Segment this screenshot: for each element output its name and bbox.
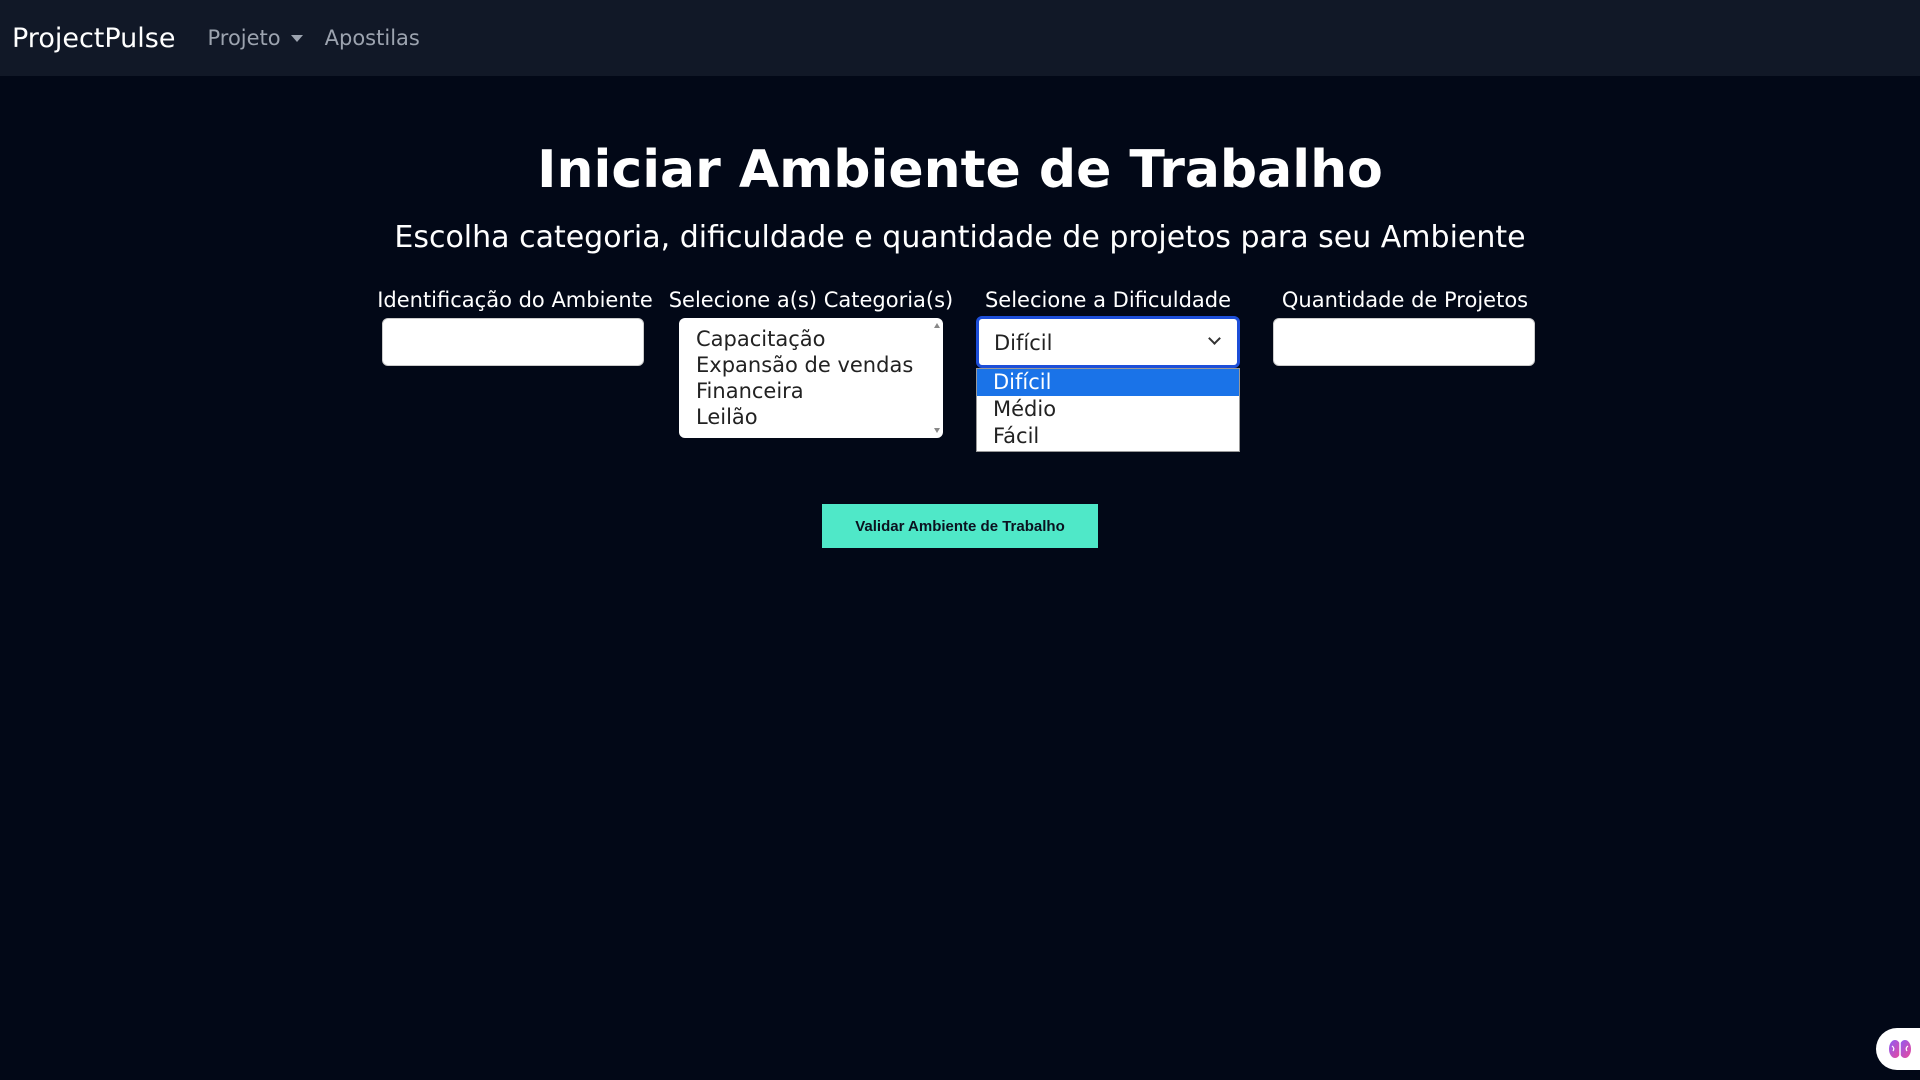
project-count-label: Quantidade de Projetos	[1281, 288, 1529, 312]
environment-id-label: Identificação do Ambiente	[377, 288, 653, 312]
scroll-up-arrow-icon[interactable]	[934, 323, 940, 328]
category-option[interactable]: Expansão de vendas	[696, 352, 913, 378]
difficulty-option[interactable]: Fácil	[977, 423, 1239, 450]
category-option[interactable]: Leilão	[696, 404, 758, 430]
nav-apostilas-link[interactable]: Apostilas	[325, 26, 420, 50]
page-subtitle: Escolha categoria, dificuldade e quantid…	[394, 220, 1526, 255]
project-count-input[interactable]	[1273, 318, 1535, 366]
nav-projeto-dropdown[interactable]: Projeto	[207, 26, 303, 50]
difficulty-option[interactable]: Difícil	[977, 369, 1239, 396]
difficulty-dropdown-list: Difícil Médio Fácil	[976, 368, 1240, 452]
category-option[interactable]: Capacitação	[696, 326, 825, 352]
difficulty-label: Selecione a Dificuldade	[984, 288, 1232, 312]
chevron-down-icon	[1208, 332, 1221, 345]
page-title: Iniciar Ambiente de Trabalho	[537, 140, 1383, 200]
categories-listbox[interactable]: Capacitação Expansão de vendas Financeir…	[679, 318, 943, 438]
top-navbar: ProjectPulse Projeto Apostilas	[0, 0, 1920, 76]
validate-environment-button[interactable]: Validar Ambiente de Trabalho	[822, 504, 1098, 548]
caret-down-icon	[290, 34, 303, 42]
difficulty-select[interactable]: Difícil	[976, 316, 1240, 368]
difficulty-option[interactable]: Médio	[977, 396, 1239, 423]
categories-label: Selecione a(s) Categoria(s)	[668, 288, 954, 312]
assistant-fab-button[interactable]	[1876, 1028, 1920, 1070]
brain-icon	[1889, 1040, 1911, 1058]
environment-id-input[interactable]	[382, 318, 644, 366]
nav-projeto-label: Projeto	[207, 26, 281, 50]
category-option[interactable]: Financeira	[696, 378, 804, 404]
scroll-down-arrow-icon[interactable]	[934, 428, 940, 433]
brand-logo[interactable]: ProjectPulse	[12, 23, 175, 54]
difficulty-selected-value: Difícil	[994, 331, 1053, 355]
